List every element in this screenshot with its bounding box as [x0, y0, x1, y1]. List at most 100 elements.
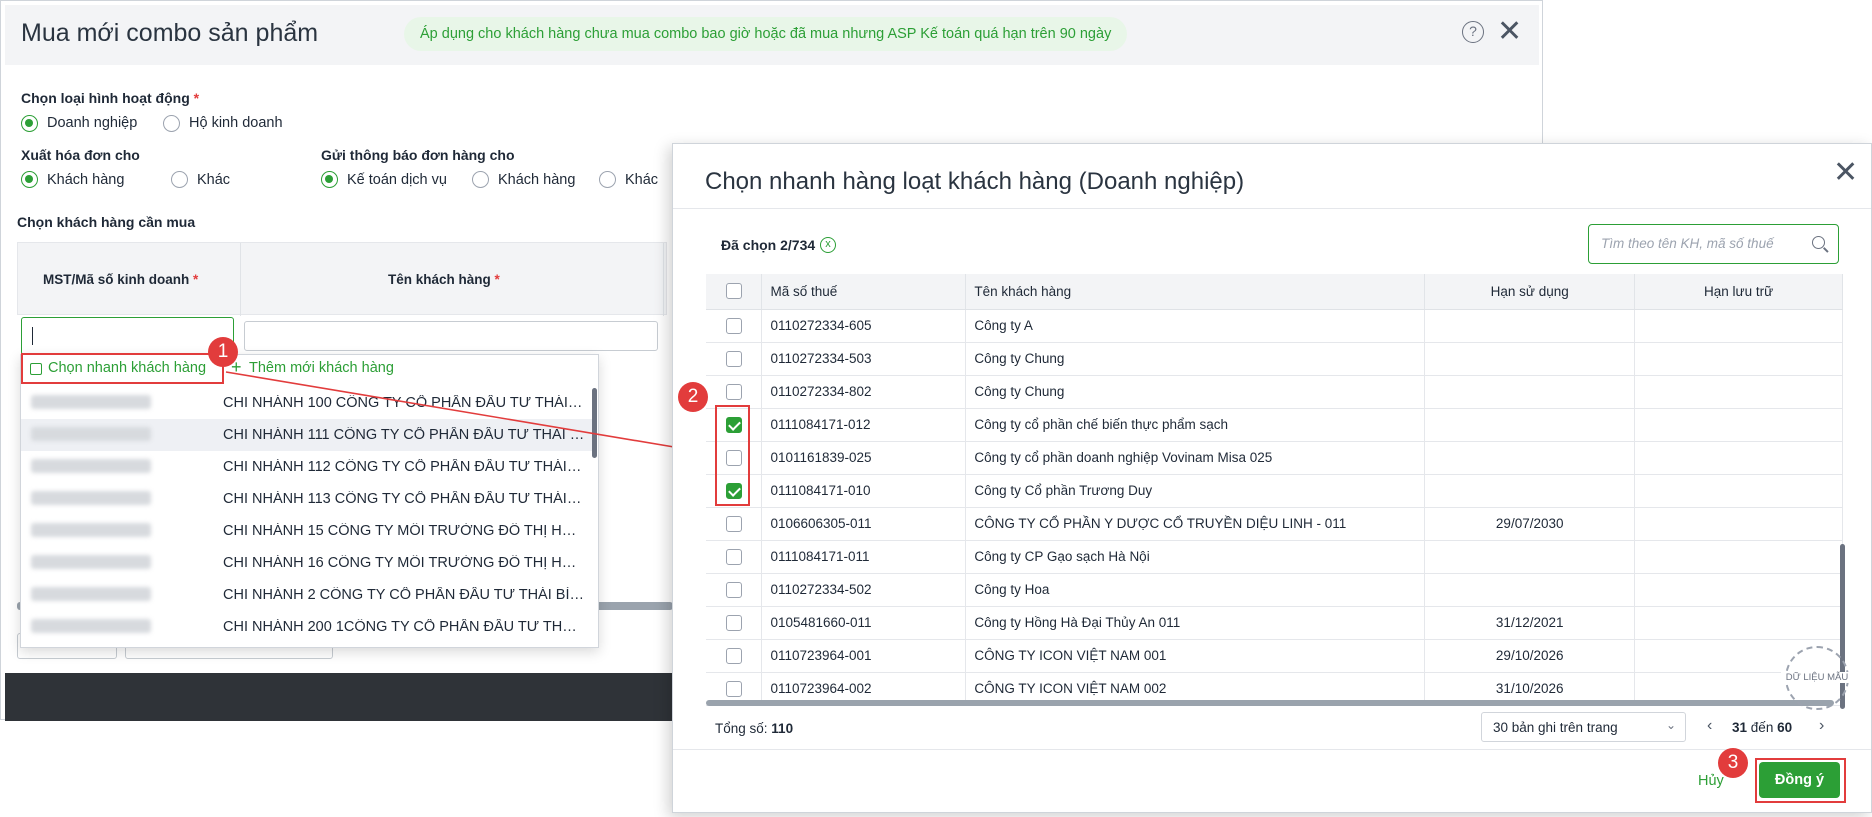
grid-header-row: Mã số thuế Tên khách hàng Hạn sử dụng Hạ… — [706, 274, 1843, 310]
select-all-checkbox[interactable] — [725, 283, 742, 300]
row-storage — [1634, 408, 1843, 442]
divider — [673, 749, 1871, 750]
search-input[interactable]: Tìm theo tên KH, mã số thuế — [1588, 224, 1839, 264]
row-storage — [1634, 309, 1843, 343]
row-customer-name: Công ty Hoa — [965, 573, 1426, 607]
table-row[interactable]: 0111084171-010 Công ty Cổ phần Trương Duy — [706, 474, 1843, 508]
modal-close-icon[interactable]: ✕ — [1833, 158, 1858, 188]
row-customer-name: Công ty cổ phần chế biến thực phẩm sạch — [965, 408, 1426, 442]
row-customer-name: Công ty Chung — [965, 375, 1426, 409]
row-expiry — [1424, 375, 1636, 409]
clear-selection-icon[interactable]: x — [820, 237, 836, 253]
divider — [673, 208, 1871, 209]
row-tax-code: 0111084171-010 — [761, 474, 967, 508]
header-name: Tên khách hàng — [965, 274, 1426, 310]
chevron-down-icon: ⌄ — [1666, 718, 1677, 732]
stamp-text: DỮ LIỆU MẪU — [1781, 672, 1853, 683]
row-storage — [1634, 540, 1843, 574]
row-customer-name: CÔNG TY ICON VIỆT NAM 001 — [965, 639, 1426, 673]
row-select-cell[interactable] — [706, 309, 763, 343]
row-tax-code: 0101161839-025 — [761, 441, 967, 475]
header-tax: Mã số thuế — [761, 274, 967, 310]
row-select-cell[interactable] — [706, 639, 763, 673]
row-checkbox[interactable] — [725, 515, 742, 532]
checkbox-highlight — [715, 405, 750, 506]
table-row[interactable]: 0110723964-001 CÔNG TY ICON VIỆT NAM 001 2… — [706, 639, 1843, 673]
row-checkbox[interactable] — [725, 647, 742, 664]
row-expiry — [1424, 342, 1636, 376]
row-select-cell[interactable] — [706, 375, 763, 409]
table-row[interactable]: 0110272334-502 Công ty Hoa — [706, 573, 1843, 607]
row-select-cell[interactable] — [706, 342, 763, 376]
row-storage — [1634, 441, 1843, 475]
row-customer-name: CÔNG TY CỔ PHẦN Y DƯỢC CỔ TRUYỀN DIỆU LI… — [965, 507, 1426, 541]
row-expiry — [1424, 474, 1636, 508]
next-page-icon[interactable]: › — [1819, 717, 1824, 735]
row-tax-code: 0110723964-001 — [761, 639, 967, 673]
callout-2: 2 — [678, 382, 708, 412]
page-size-value: 30 bản ghi trên trang — [1493, 720, 1618, 735]
ok-button-highlight: Đồng ý — [1755, 758, 1846, 803]
customer-grid: Mã số thuế Tên khách hàng Hạn sử dụng Hạ… — [706, 274, 1843, 706]
row-tax-code: 0111084171-011 — [761, 540, 967, 574]
row-checkbox[interactable] — [725, 350, 742, 367]
table-row[interactable]: 0110272334-503 Công ty Chung — [706, 342, 1843, 376]
row-storage — [1634, 375, 1843, 409]
callout-3: 3 — [1718, 748, 1748, 778]
row-expiry: 29/07/2030 — [1424, 507, 1636, 541]
row-customer-name: Công ty Cổ phần Trương Duy — [965, 474, 1426, 508]
row-storage — [1634, 507, 1843, 541]
header-expiry: Hạn sử dụng — [1424, 274, 1636, 310]
row-checkbox[interactable] — [725, 383, 742, 400]
cancel-button[interactable]: Hủy — [1698, 773, 1724, 789]
row-storage — [1634, 573, 1843, 607]
row-expiry — [1424, 408, 1636, 442]
table-row[interactable]: 0106606305-011 CÔNG TY CỔ PHẦN Y DƯỢC CỔ … — [706, 507, 1843, 541]
row-expiry: 29/10/2026 — [1424, 639, 1636, 673]
row-tax-code: 0110272334-503 — [761, 342, 967, 376]
prev-page-icon[interactable]: ‹ — [1707, 717, 1712, 735]
row-checkbox[interactable] — [725, 581, 742, 598]
row-checkbox[interactable] — [725, 317, 742, 334]
row-customer-name: Công ty A — [965, 309, 1426, 343]
row-checkbox[interactable] — [725, 548, 742, 565]
row-select-cell[interactable] — [706, 606, 763, 640]
table-row[interactable]: 0110272334-605 Công ty A — [706, 309, 1843, 343]
table-row[interactable]: 0110272334-802 Công ty Chung — [706, 375, 1843, 409]
row-select-cell[interactable] — [706, 507, 763, 541]
table-row[interactable]: 0101161839-025 Công ty cổ phần doanh nghi… — [706, 441, 1843, 475]
grid-body: 0110272334-605 Công ty A 0110272334-503 Côn… — [706, 309, 1843, 706]
page-size-select[interactable]: 30 bản ghi trên trang ⌄ — [1481, 712, 1686, 742]
row-customer-name: Công ty CP Gạo sạch Hà Nội — [965, 540, 1426, 574]
row-customer-name: Công ty cổ phần doanh nghiệp Vovinam Mis… — [965, 441, 1426, 475]
selected-count: Đã chọn 2/734 — [721, 237, 816, 253]
row-storage — [1634, 606, 1843, 640]
total-count: Tổng số: 110 — [715, 721, 793, 736]
page-range: 31 đến 60 — [1732, 720, 1792, 735]
row-checkbox[interactable] — [725, 680, 742, 697]
header-select-all[interactable] — [706, 274, 763, 310]
table-row[interactable]: 0111084171-012 Công ty cổ phần chế biến t… — [706, 408, 1843, 442]
table-row[interactable]: 0105481660-011 Công ty Hồng Hà Đại Thủy A… — [706, 606, 1843, 640]
row-storage — [1634, 474, 1843, 508]
ok-button[interactable]: Đồng ý — [1759, 762, 1840, 798]
row-checkbox[interactable] — [725, 614, 742, 631]
table-row[interactable]: 0111084171-011 Công ty CP Gạo sạch Hà Nội — [706, 540, 1843, 574]
row-customer-name: Công ty Chung — [965, 342, 1426, 376]
row-select-cell[interactable] — [706, 540, 763, 574]
quick-select-modal: Chọn nhanh hàng loạt khách hàng (Doanh n… — [672, 143, 1872, 813]
row-tax-code: 0111084171-012 — [761, 408, 967, 442]
row-expiry — [1424, 573, 1636, 607]
row-tax-code: 0110272334-605 — [761, 309, 967, 343]
row-select-cell[interactable] — [706, 573, 763, 607]
search-placeholder: Tìm theo tên KH, mã số thuế — [1601, 236, 1774, 251]
row-expiry: 31/12/2021 — [1424, 606, 1636, 640]
row-expiry — [1424, 540, 1636, 574]
grid-horizontal-scrollbar[interactable] — [706, 700, 1834, 706]
row-tax-code: 0105481660-011 — [761, 606, 967, 640]
range-from: 31 — [1732, 720, 1748, 735]
row-expiry — [1424, 309, 1636, 343]
range-sep: đến — [1750, 720, 1774, 735]
row-expiry — [1424, 441, 1636, 475]
row-tax-code: 0106606305-011 — [761, 507, 967, 541]
